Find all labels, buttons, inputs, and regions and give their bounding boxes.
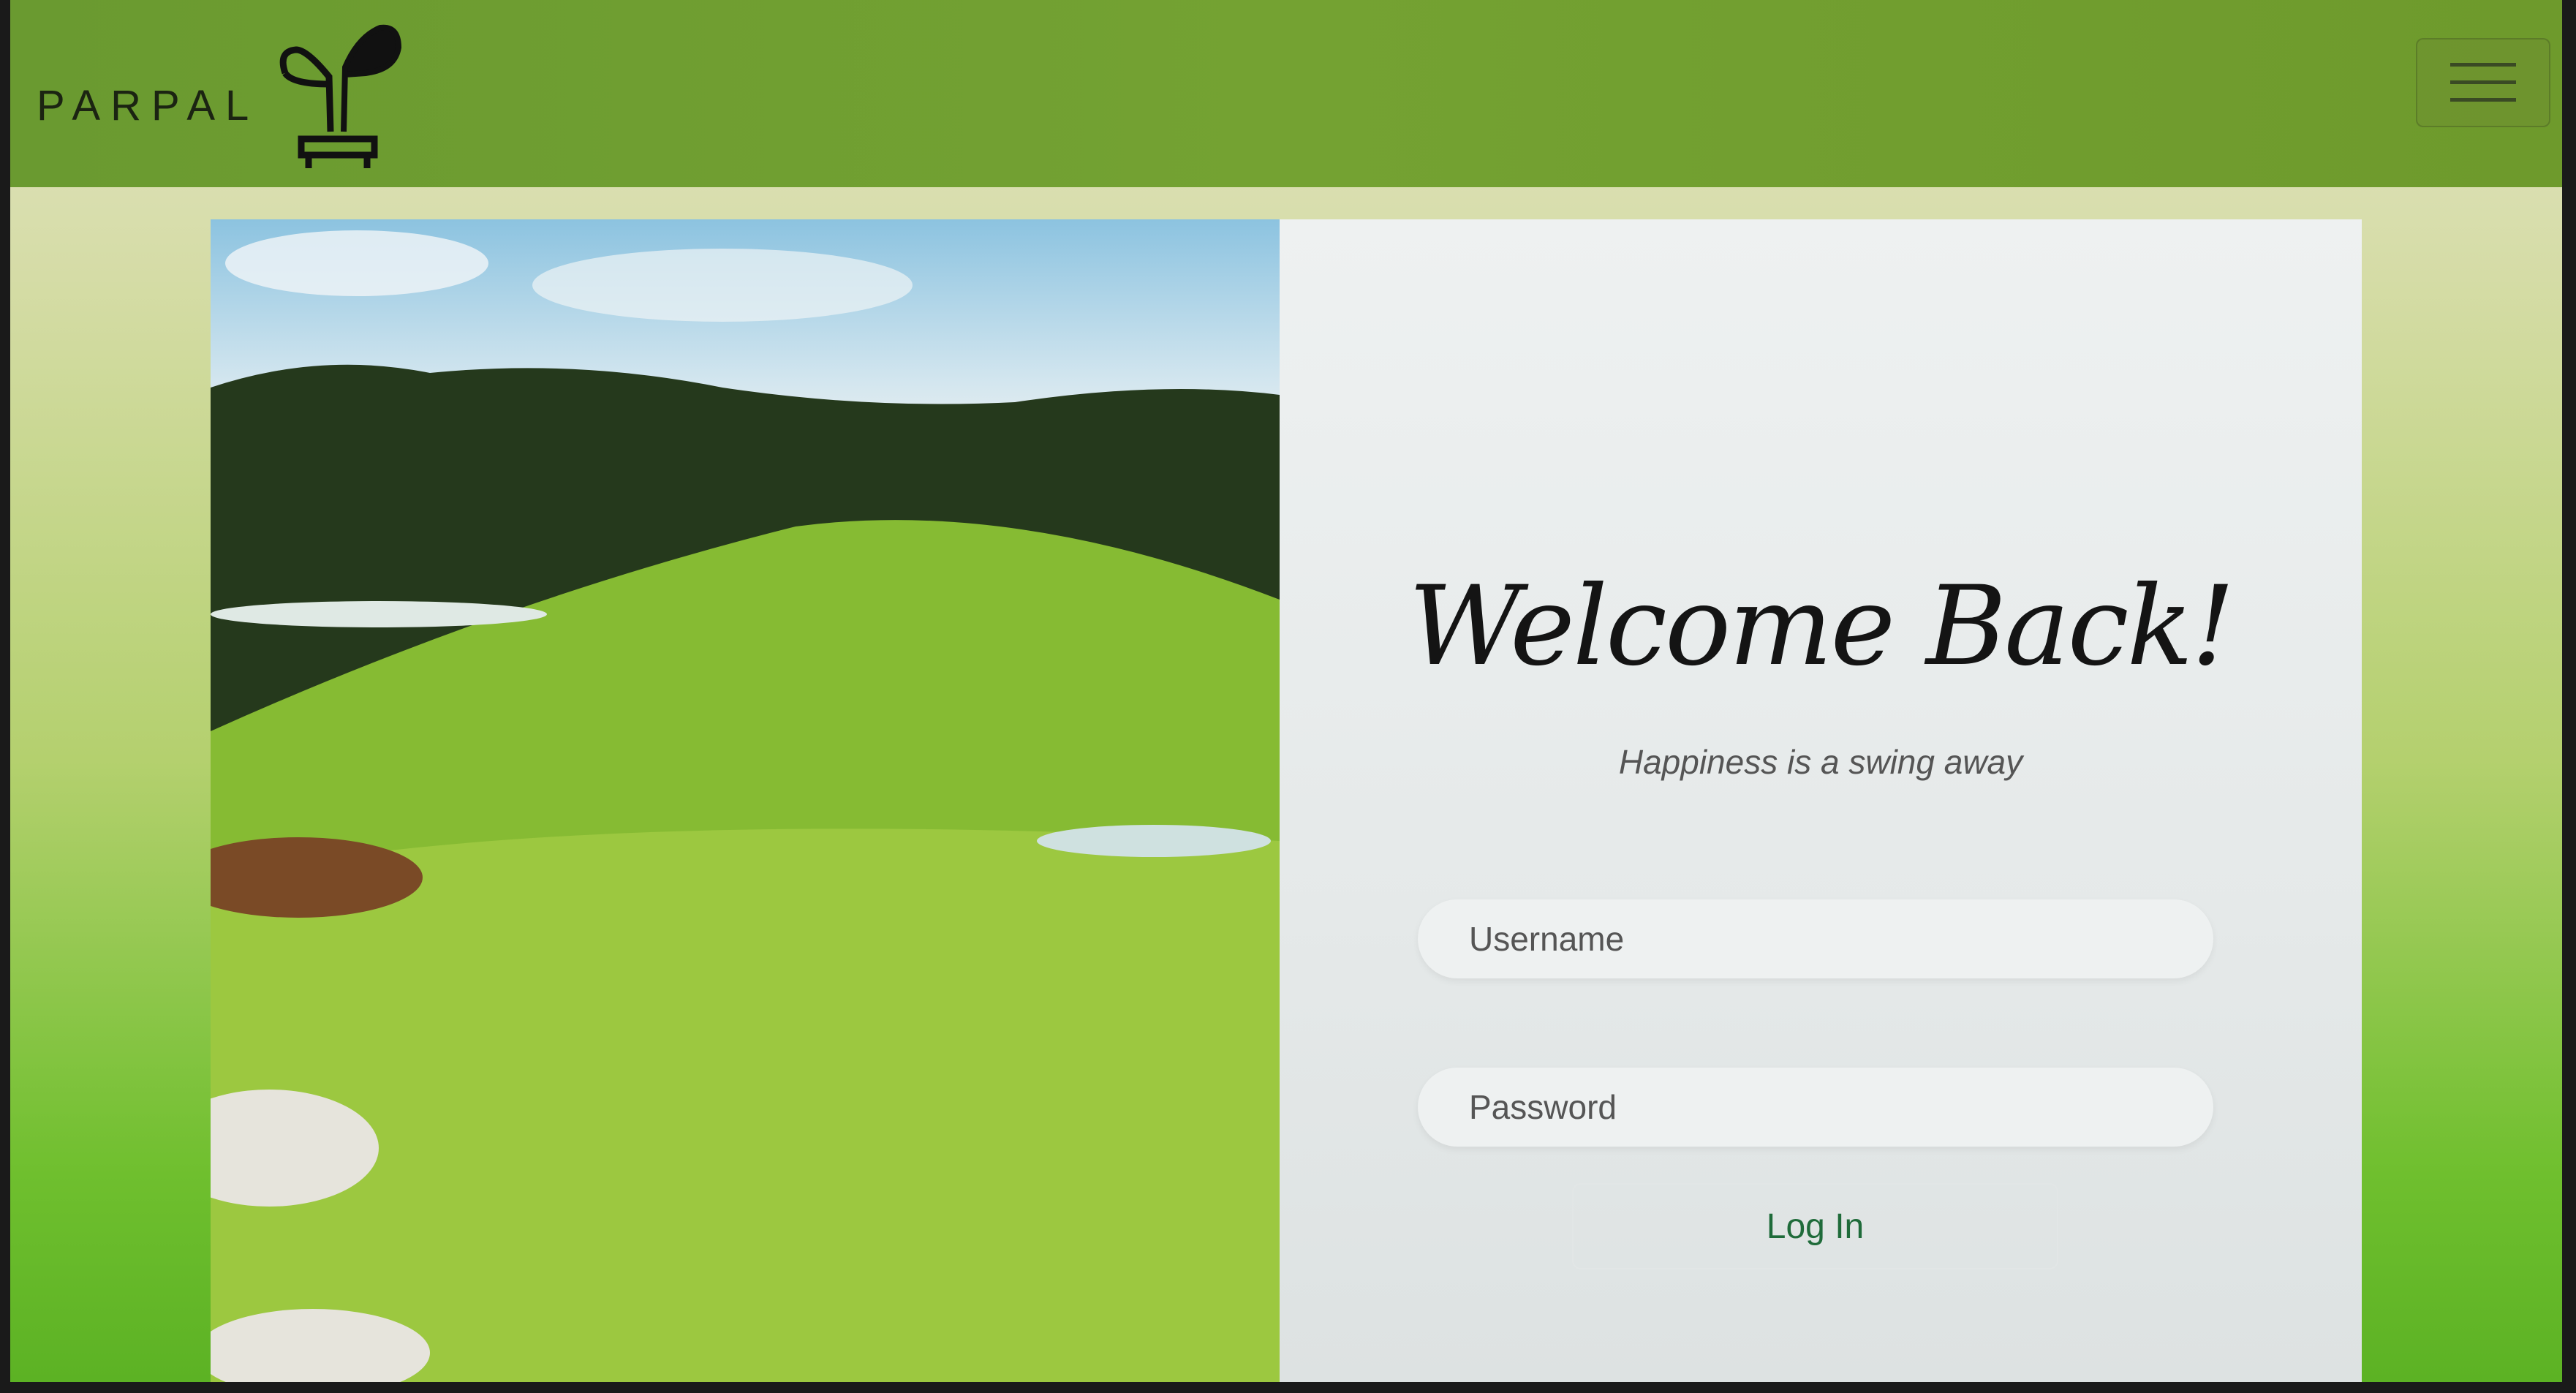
username-input[interactable] — [1418, 899, 2213, 978]
welcome-subtitle: Happiness is a swing away — [1618, 743, 2023, 781]
login-card: Welcome Back! Happiness is a swing away … — [211, 219, 2362, 1382]
brand-name: PARPAL — [37, 81, 260, 129]
welcome-title: Welcome Back! — [1408, 563, 2235, 690]
app-screen: PARPAL Welcome Back! Happiness is a swin… — [10, 0, 2562, 1382]
menu-toggle-button[interactable] — [2416, 38, 2550, 127]
login-form-panel: Welcome Back! Happiness is a swing away … — [1280, 219, 2362, 1382]
hamburger-icon — [2450, 63, 2516, 102]
brand-logo[interactable]: PARPAL — [37, 22, 417, 168]
golf-course-image — [211, 219, 1280, 1382]
golf-club-bench-logo-icon — [279, 24, 402, 168]
password-input[interactable] — [1418, 1068, 2213, 1147]
top-navbar: PARPAL — [10, 0, 2562, 187]
login-button[interactable]: Log In — [1572, 1183, 2058, 1269]
